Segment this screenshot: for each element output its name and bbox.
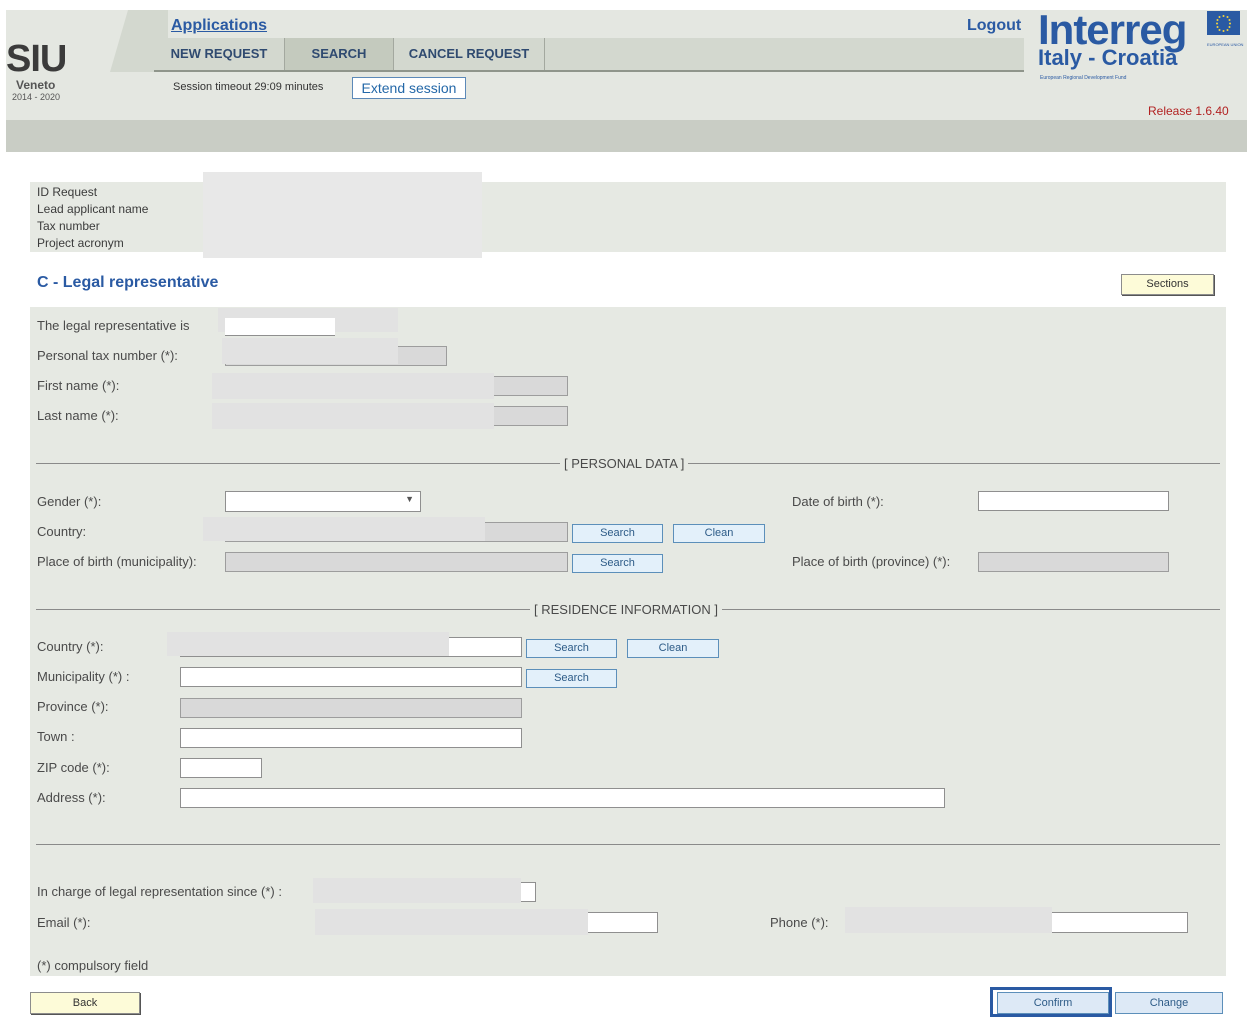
municipality-search-button[interactable]: Search bbox=[526, 669, 617, 688]
place-of-birth-label: Place of birth (municipality): bbox=[37, 554, 197, 569]
residence-country-label: Country (*): bbox=[37, 639, 104, 654]
sections-button[interactable]: Sections bbox=[1121, 274, 1214, 295]
eu-flag-icon bbox=[1207, 11, 1240, 35]
email-label: Email (*): bbox=[37, 915, 91, 930]
request-info-values-redacted bbox=[203, 172, 482, 258]
birth-country-label: Country: bbox=[37, 524, 87, 539]
place-of-birth-search-button[interactable]: Search bbox=[572, 554, 663, 573]
session-timeout: Session timeout 29:09 minutes bbox=[173, 81, 324, 93]
menu-separator bbox=[544, 38, 545, 70]
address-label: Address (*): bbox=[37, 790, 106, 805]
place-of-birth-field[interactable] bbox=[225, 552, 568, 572]
logout-link[interactable]: Logout bbox=[967, 17, 1021, 35]
legal-rep-type-select[interactable] bbox=[225, 318, 335, 336]
redacted-value bbox=[167, 632, 449, 656]
province-field[interactable] bbox=[180, 698, 522, 718]
back-button[interactable]: Back bbox=[30, 992, 140, 1014]
menu-new-request[interactable]: NEW REQUEST bbox=[154, 38, 284, 70]
residence-information-divider: [ RESIDENCE INFORMATION ] bbox=[530, 602, 722, 617]
legal-rep-type-label: The legal representative is bbox=[37, 318, 190, 333]
interreg-fund-text: European Regional Development Fund bbox=[1040, 75, 1127, 81]
legal-rep-since-label: In charge of legal representation since … bbox=[37, 884, 282, 899]
extend-session-button[interactable]: Extend session bbox=[352, 77, 466, 99]
lead-applicant-label: Lead applicant name bbox=[37, 202, 149, 216]
place-of-birth-province-label: Place of birth (province) (*): bbox=[792, 554, 951, 569]
first-name-label: First name (*): bbox=[37, 378, 120, 393]
redacted-value bbox=[203, 517, 485, 541]
municipality-label: Municipality (*) : bbox=[37, 669, 130, 684]
address-field[interactable] bbox=[180, 788, 945, 808]
section-title: C - Legal representative bbox=[37, 274, 219, 291]
redacted-value bbox=[212, 403, 494, 429]
siu-region: Veneto bbox=[16, 78, 56, 92]
redacted-value bbox=[315, 909, 588, 935]
main-menu: NEW REQUEST SEARCH CANCEL REQUEST bbox=[154, 38, 1024, 72]
form-divider-line bbox=[36, 844, 1220, 845]
compulsory-field-note: (*) compulsory field bbox=[37, 958, 149, 973]
personal-data-divider: [ PERSONAL DATA ] bbox=[560, 456, 689, 471]
redacted-value bbox=[222, 338, 398, 364]
menu-search[interactable]: SEARCH bbox=[285, 38, 393, 70]
residence-country-search-button[interactable]: Search bbox=[526, 639, 617, 658]
birth-country-clean-button[interactable]: Clean bbox=[673, 524, 765, 543]
date-of-birth-field[interactable] bbox=[978, 491, 1169, 511]
siu-years: 2014 - 2020 bbox=[12, 92, 61, 102]
last-name-label: Last name (*): bbox=[37, 408, 119, 423]
birth-country-search-button[interactable]: Search bbox=[572, 524, 663, 543]
menu-cancel-request[interactable]: CANCEL REQUEST bbox=[394, 38, 544, 70]
province-label: Province (*): bbox=[37, 699, 109, 714]
applications-link[interactable]: Applications bbox=[171, 17, 267, 35]
redacted-value bbox=[313, 878, 521, 903]
header-strip bbox=[6, 120, 1247, 152]
date-of-birth-label: Date of birth (*): bbox=[792, 494, 884, 509]
redacted-value bbox=[212, 373, 494, 399]
town-label: Town : bbox=[37, 729, 75, 744]
interreg-logo-subtitle: Italy - Croatia bbox=[1038, 45, 1178, 70]
town-field[interactable] bbox=[180, 728, 522, 748]
eu-caption: EUROPEAN UNION bbox=[1207, 42, 1244, 47]
municipality-field[interactable] bbox=[180, 667, 522, 687]
gender-select[interactable]: ▼ bbox=[225, 491, 421, 512]
confirm-button[interactable]: Confirm bbox=[997, 992, 1109, 1014]
siu-logo: SIU bbox=[6, 38, 67, 80]
personal-tax-number-label: Personal tax number (*): bbox=[37, 348, 178, 363]
gender-label: Gender (*): bbox=[37, 494, 102, 509]
dropdown-arrow-icon: ▼ bbox=[405, 494, 414, 504]
zip-code-field[interactable] bbox=[180, 758, 262, 778]
place-of-birth-province-field[interactable] bbox=[978, 552, 1169, 572]
change-button[interactable]: Change bbox=[1115, 992, 1223, 1014]
id-request-label: ID Request bbox=[37, 185, 98, 199]
redacted-value bbox=[845, 907, 1052, 933]
residence-country-clean-button[interactable]: Clean bbox=[627, 639, 719, 658]
zip-code-label: ZIP code (*): bbox=[37, 760, 110, 775]
tax-number-label: Tax number bbox=[37, 219, 100, 233]
phone-label: Phone (*): bbox=[770, 915, 829, 930]
project-acronym-label: Project acronym bbox=[37, 236, 124, 250]
release-version: Release 1.6.40 bbox=[1148, 104, 1229, 118]
